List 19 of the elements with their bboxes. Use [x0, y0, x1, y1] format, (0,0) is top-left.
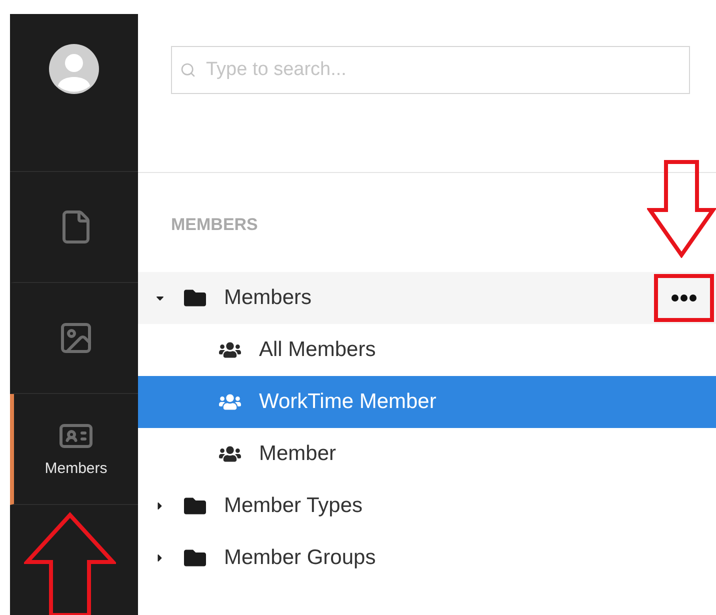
tree-label: Member [259, 441, 336, 468]
section-heading: MEMBERS [171, 214, 258, 236]
tree-row[interactable]: Members [138, 272, 716, 324]
ellipsis-icon [671, 294, 697, 302]
folder-icon [184, 547, 206, 569]
highlight-frame [654, 274, 714, 322]
folder-icon [184, 287, 206, 309]
tree-label: Member Types [224, 493, 362, 520]
tree-label: WorkTime Member [259, 389, 436, 416]
search-field[interactable]: Type to search... [171, 46, 690, 94]
folder-icon [184, 495, 206, 517]
tree-row[interactable]: WorkTime Member [138, 376, 716, 428]
image-icon [58, 320, 94, 356]
search-icon [180, 62, 196, 78]
tree-label: Member Groups [224, 545, 376, 572]
tree-label: Members [224, 285, 312, 312]
avatar-icon[interactable] [49, 44, 99, 94]
tree-label: All Members [259, 337, 376, 364]
sidebar-label: Members [44, 458, 108, 479]
